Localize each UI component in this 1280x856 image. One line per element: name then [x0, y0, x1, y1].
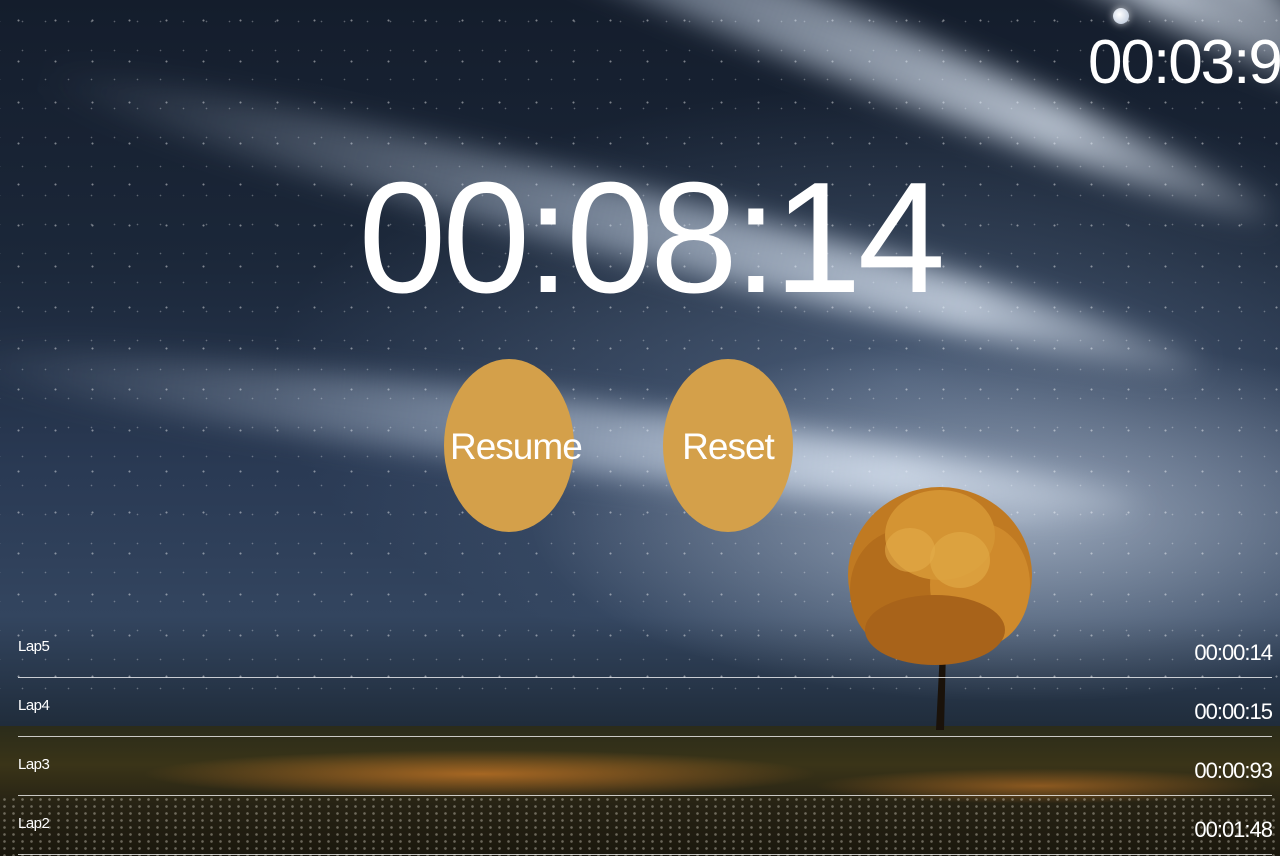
- main-timer-text: 00:08:14: [358, 150, 945, 326]
- resume-button[interactable]: Resume: [444, 359, 583, 532]
- lap-time: 00:01:48: [1194, 817, 1273, 842]
- lap-time: 00:00:14: [1194, 640, 1273, 665]
- lap-time: 00:00:93: [1194, 758, 1273, 783]
- lap-name: Lap4: [18, 697, 50, 714]
- lap-row: Lap3 00:00:93: [18, 737, 1273, 796]
- lap-name: Lap3: [18, 756, 50, 773]
- lap-list: Lap5 00:00:14 Lap4 00:00:15 Lap3 00:00:9…: [0, 619, 1280, 855]
- lap-row: Lap4 00:00:15: [18, 678, 1273, 737]
- reset-button[interactable]: Reset: [663, 359, 793, 532]
- lap-time: 00:00:15: [1194, 699, 1273, 724]
- current-lap-timer: 00:03:92: [1088, 28, 1280, 97]
- lap-row: Lap5 00:00:14: [18, 619, 1273, 678]
- main-timer-display: 00:08:14: [0, 158, 1280, 318]
- moon: [1113, 8, 1129, 24]
- lap-name: Lap5: [18, 638, 50, 655]
- stopwatch-app: 00:03:92 00:08:14 Resume Reset Lap5 00:0…: [0, 0, 1280, 856]
- lap-row: Lap2 00:01:48: [18, 796, 1273, 855]
- lap-name: Lap2: [18, 815, 50, 832]
